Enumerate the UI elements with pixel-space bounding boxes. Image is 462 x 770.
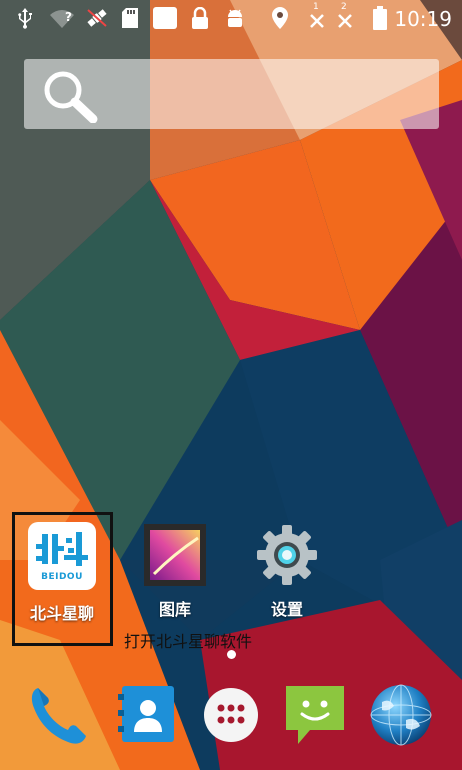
app-label-gallery: 图库 [158, 600, 191, 619]
dock-contacts[interactable] [116, 680, 186, 750]
gallery-icon[interactable] [144, 524, 206, 586]
app-drawer-icon[interactable] [196, 680, 266, 754]
browser-globe-icon[interactable] [366, 680, 436, 754]
search-bar[interactable] [24, 59, 439, 129]
android-debug-icon [224, 6, 246, 30]
app-gallery[interactable]: 图库 [130, 518, 220, 620]
search-icon[interactable] [38, 67, 102, 127]
dock-phone[interactable] [24, 680, 94, 750]
satellite-icon [84, 6, 110, 30]
dock-messaging[interactable] [280, 680, 350, 750]
sim1-no-signal-icon: 1 [306, 2, 328, 30]
status-clock: 10:19 [394, 7, 452, 31]
sim2-no-signal-icon: 2 [334, 2, 356, 30]
phone-icon[interactable] [24, 680, 94, 754]
dock-browser[interactable] [366, 680, 436, 750]
usb-icon [14, 6, 36, 30]
lock-icon [190, 6, 210, 30]
wifi-unknown-icon: ? [48, 6, 76, 30]
contacts-icon[interactable] [116, 680, 186, 754]
annotation-text: 打开北斗星聊软件 [124, 632, 253, 651]
dock-app-drawer[interactable] [196, 680, 266, 750]
page-indicator-dot [227, 650, 236, 659]
blank-notification-icon [152, 6, 178, 30]
location-icon [270, 6, 290, 30]
app-settings[interactable]: 设置 [242, 518, 332, 620]
battery-icon [372, 6, 388, 30]
sd-card-icon [120, 6, 140, 30]
highlight-box [12, 512, 113, 646]
status-bar: ? 1 2 10:19 [0, 0, 462, 38]
messaging-icon[interactable] [280, 680, 350, 754]
app-label-settings: 设置 [270, 600, 303, 619]
settings-gear-icon[interactable] [254, 522, 320, 588]
